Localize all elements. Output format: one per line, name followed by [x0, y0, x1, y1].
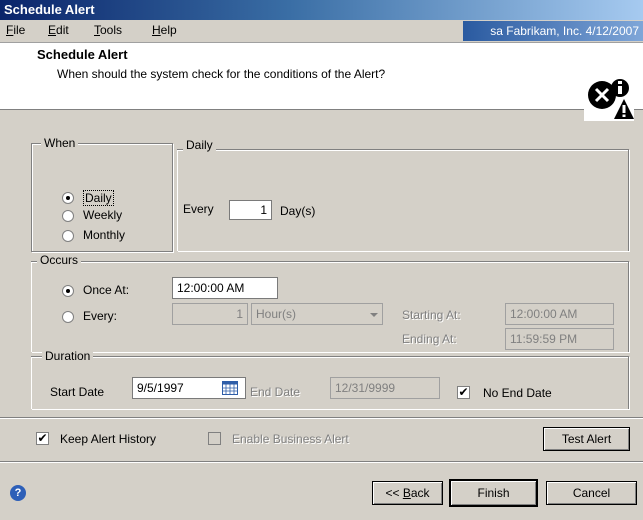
back-button[interactable]: << Back — [372, 481, 443, 505]
ending-at-input[interactable]: 11:59:59 PM — [505, 328, 614, 350]
monthly-radio[interactable] — [62, 230, 74, 242]
help-icon[interactable]: ? — [10, 485, 26, 501]
hour-unit-dropdown-value: Hour(s) — [256, 307, 297, 321]
enable-business-alert-checkbox[interactable] — [208, 432, 221, 445]
start-date-value: 9/5/1997 — [137, 381, 184, 395]
menu-bar: File Edit Tools Help sa Fabrikam, Inc. 4… — [0, 20, 643, 43]
chevron-down-icon — [370, 313, 378, 317]
menu-tools[interactable]: Tools — [94, 23, 122, 37]
page-title: Schedule Alert — [37, 47, 128, 62]
once-at-time-input[interactable]: 12:00:00 AM — [172, 277, 278, 299]
menu-help[interactable]: Help — [152, 23, 177, 37]
enable-business-alert-label[interactable]: Enable Business Alert — [232, 432, 349, 446]
end-date-label: End Date — [250, 385, 301, 399]
monthly-radio-label[interactable]: Monthly — [83, 228, 125, 242]
separator-top — [0, 417, 643, 419]
hour-unit-dropdown[interactable]: Hour(s) — [251, 303, 383, 325]
start-date-label: Start Date — [50, 385, 105, 399]
calendar-icon[interactable] — [222, 381, 238, 395]
finish-button[interactable]: Finish — [449, 479, 538, 507]
daily-radio[interactable] — [62, 192, 74, 204]
keep-alert-history-checkbox[interactable]: ✔ — [36, 432, 49, 445]
when-group-label: When — [41, 136, 79, 150]
once-at-label[interactable]: Once At: — [83, 283, 129, 297]
weekly-radio[interactable] — [62, 210, 74, 222]
occurs-group-label: Occurs — [37, 253, 82, 267]
title-bar: Schedule Alert — [0, 0, 643, 20]
page-subtitle: When should the system check for the con… — [57, 67, 386, 81]
test-alert-button[interactable]: Test Alert — [543, 427, 630, 451]
end-date-input[interactable]: 12/31/9999 — [330, 377, 440, 399]
every-days-input[interactable]: 1 — [229, 200, 272, 220]
every-hours-input[interactable]: 1 — [172, 303, 248, 325]
menu-edit[interactable]: Edit — [48, 23, 69, 37]
every-hours-radio[interactable] — [62, 311, 74, 323]
schedule-alert-window: Schedule Alert File Edit Tools Help sa F… — [0, 0, 643, 520]
ending-at-label: Ending At: — [402, 332, 457, 346]
daily-radio-label[interactable]: Daily — [83, 190, 114, 206]
starting-at-label: Starting At: — [402, 308, 461, 322]
no-end-date-label[interactable]: No End Date — [483, 386, 552, 400]
daily-group-label: Daily — [183, 138, 216, 152]
user-company-date-badge[interactable]: sa Fabrikam, Inc. 4/12/2007 — [463, 21, 643, 41]
menu-file[interactable]: File — [6, 23, 25, 37]
every-hours-label[interactable]: Every: — [83, 309, 117, 323]
cancel-button[interactable]: Cancel — [546, 481, 637, 505]
starting-at-input[interactable]: 12:00:00 AM — [505, 303, 614, 325]
separator-bottom — [0, 461, 643, 463]
weekly-radio-label[interactable]: Weekly — [83, 208, 122, 222]
once-at-radio[interactable] — [62, 285, 74, 297]
days-unit-label: Day(s) — [280, 204, 316, 218]
no-end-date-checkbox[interactable]: ✔ — [457, 386, 470, 399]
keep-alert-history-label[interactable]: Keep Alert History — [60, 432, 156, 446]
duration-group-label: Duration — [42, 349, 94, 363]
every-days-label: Every — [183, 202, 214, 216]
alert-schedule-icon — [584, 75, 634, 121]
